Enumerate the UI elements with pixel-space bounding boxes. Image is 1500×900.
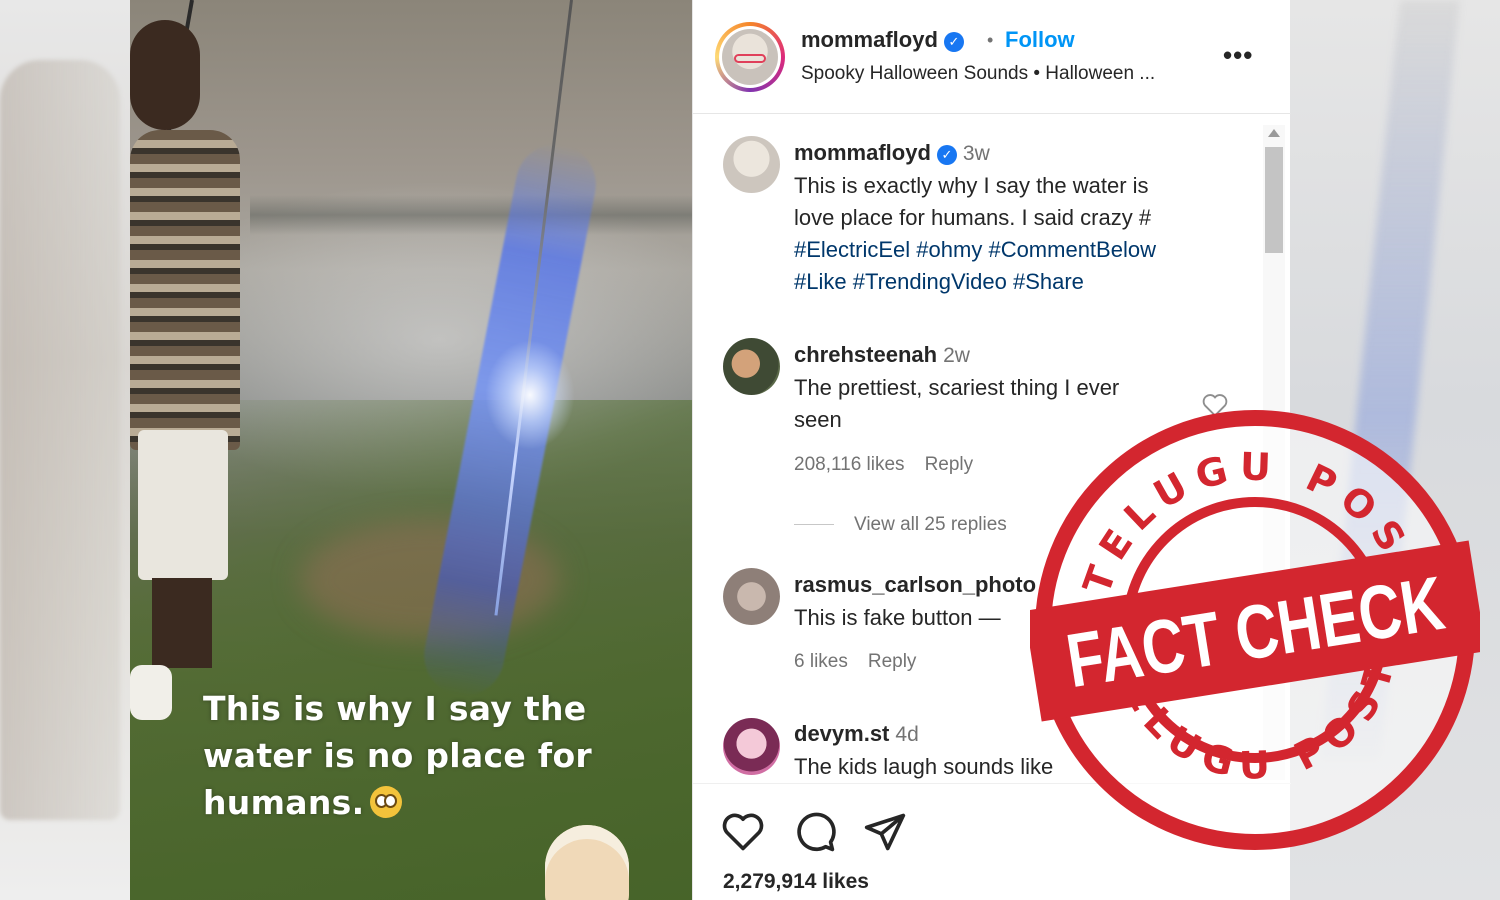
story-ring-avatar[interactable] [715, 22, 785, 92]
electric-spark [485, 340, 575, 450]
comment-avatar[interactable] [723, 338, 780, 395]
username-text: mommafloyd [794, 140, 931, 165]
follow-button[interactable]: Follow [1005, 27, 1075, 53]
video-caption-line: This is why I say the [203, 689, 587, 728]
comment-likes[interactable]: 6 likes [794, 651, 848, 672]
reply-button[interactable]: Reply [868, 651, 917, 672]
view-replies-button[interactable]: View all 25 replies [794, 514, 1007, 536]
hashtag-link[interactable]: #TrendingVideo [853, 269, 1007, 294]
comment-line: The prettiest, scariest thing I ever [794, 375, 1120, 400]
share-icon[interactable] [863, 810, 907, 854]
comment-icon[interactable] [793, 810, 837, 854]
caption-username[interactable]: mommafloyd ✓ 3w [794, 140, 990, 166]
heart-icon[interactable] [721, 810, 765, 854]
man-shoe [130, 665, 172, 720]
separator-dot: • [987, 30, 994, 50]
reply-button[interactable]: Reply [925, 454, 974, 475]
caption-avatar[interactable] [723, 136, 780, 193]
username-text: mommafloyd [801, 27, 938, 52]
more-options-button[interactable]: ••• [1223, 40, 1253, 71]
reel-video[interactable]: This is why I say the water is no place … [130, 0, 692, 900]
caption-time: 3w [962, 142, 990, 165]
man-head [130, 20, 200, 130]
audio-track-link[interactable]: Spooky Halloween Sounds • Halloween ... [801, 63, 1201, 85]
comment-avatar[interactable] [723, 718, 780, 775]
hashtag-link[interactable]: #ElectricEel [794, 237, 910, 262]
username-text: devym.st [794, 721, 890, 746]
caption-line: love place for humans. I said crazy # [794, 205, 1152, 230]
post-header: mommafloyd ✓ • Follow Spooky Halloween So… [693, 0, 1291, 114]
fact-check-stamp: TELUGU POST TELUGU POST FACT CHECK [1030, 410, 1480, 850]
comment-username[interactable]: rasmus_carlson_photo [794, 572, 1036, 598]
comment-likes[interactable]: 208,116 likes [794, 454, 905, 475]
scrollbar-thumb[interactable] [1265, 147, 1283, 253]
likes-total[interactable]: 2,279,914 likes [723, 870, 869, 894]
view-replies-label: View all 25 replies [854, 514, 1007, 535]
comment-avatar[interactable] [723, 568, 780, 625]
hashtag-link[interactable]: #CommentBelow [988, 237, 1156, 262]
treeline [250, 195, 692, 235]
profile-avatar [722, 29, 778, 85]
caption-line: This is exactly why I say the water is [794, 173, 1149, 198]
flushed-face-emoji-icon [370, 786, 403, 818]
hashtag-link[interactable]: #Like [794, 269, 847, 294]
blurred-backdrop-left [0, 0, 130, 900]
comment-meta: 6 likes Reply [794, 651, 916, 673]
comment-username[interactable]: chrehsteenah 2w [794, 342, 970, 368]
comment-time: 2w [943, 344, 970, 367]
divider [794, 524, 834, 525]
caption-text: This is exactly why I say the water is l… [794, 170, 1234, 298]
video-caption-line: humans. [203, 779, 633, 826]
hashtag-link[interactable]: #Share [1013, 269, 1084, 294]
username-text: rasmus_carlson_photo [794, 572, 1037, 597]
man-shirt [130, 130, 240, 450]
man-legs [152, 578, 212, 668]
avatar-sticker [545, 825, 629, 900]
comment-time: 4d [895, 723, 919, 746]
blurred-figure [0, 60, 120, 820]
man-shorts [138, 430, 228, 580]
header-username[interactable]: mommafloyd ✓ [801, 27, 964, 53]
verified-badge-icon: ✓ [943, 32, 964, 52]
video-caption-line: water is no place for [203, 736, 593, 775]
hashtag-link[interactable]: #ohmy [916, 237, 982, 262]
username-text: chrehsteenah [794, 342, 938, 367]
video-caption: This is why I say the water is no place … [203, 685, 633, 826]
video-caption-text: humans. [203, 783, 365, 822]
comment-username[interactable]: devym.st 4d [794, 721, 919, 747]
verified-badge-icon: ✓ [936, 145, 957, 165]
scroll-up-arrow-icon[interactable] [1268, 129, 1280, 137]
comment-meta: 208,116 likes Reply [794, 454, 973, 476]
